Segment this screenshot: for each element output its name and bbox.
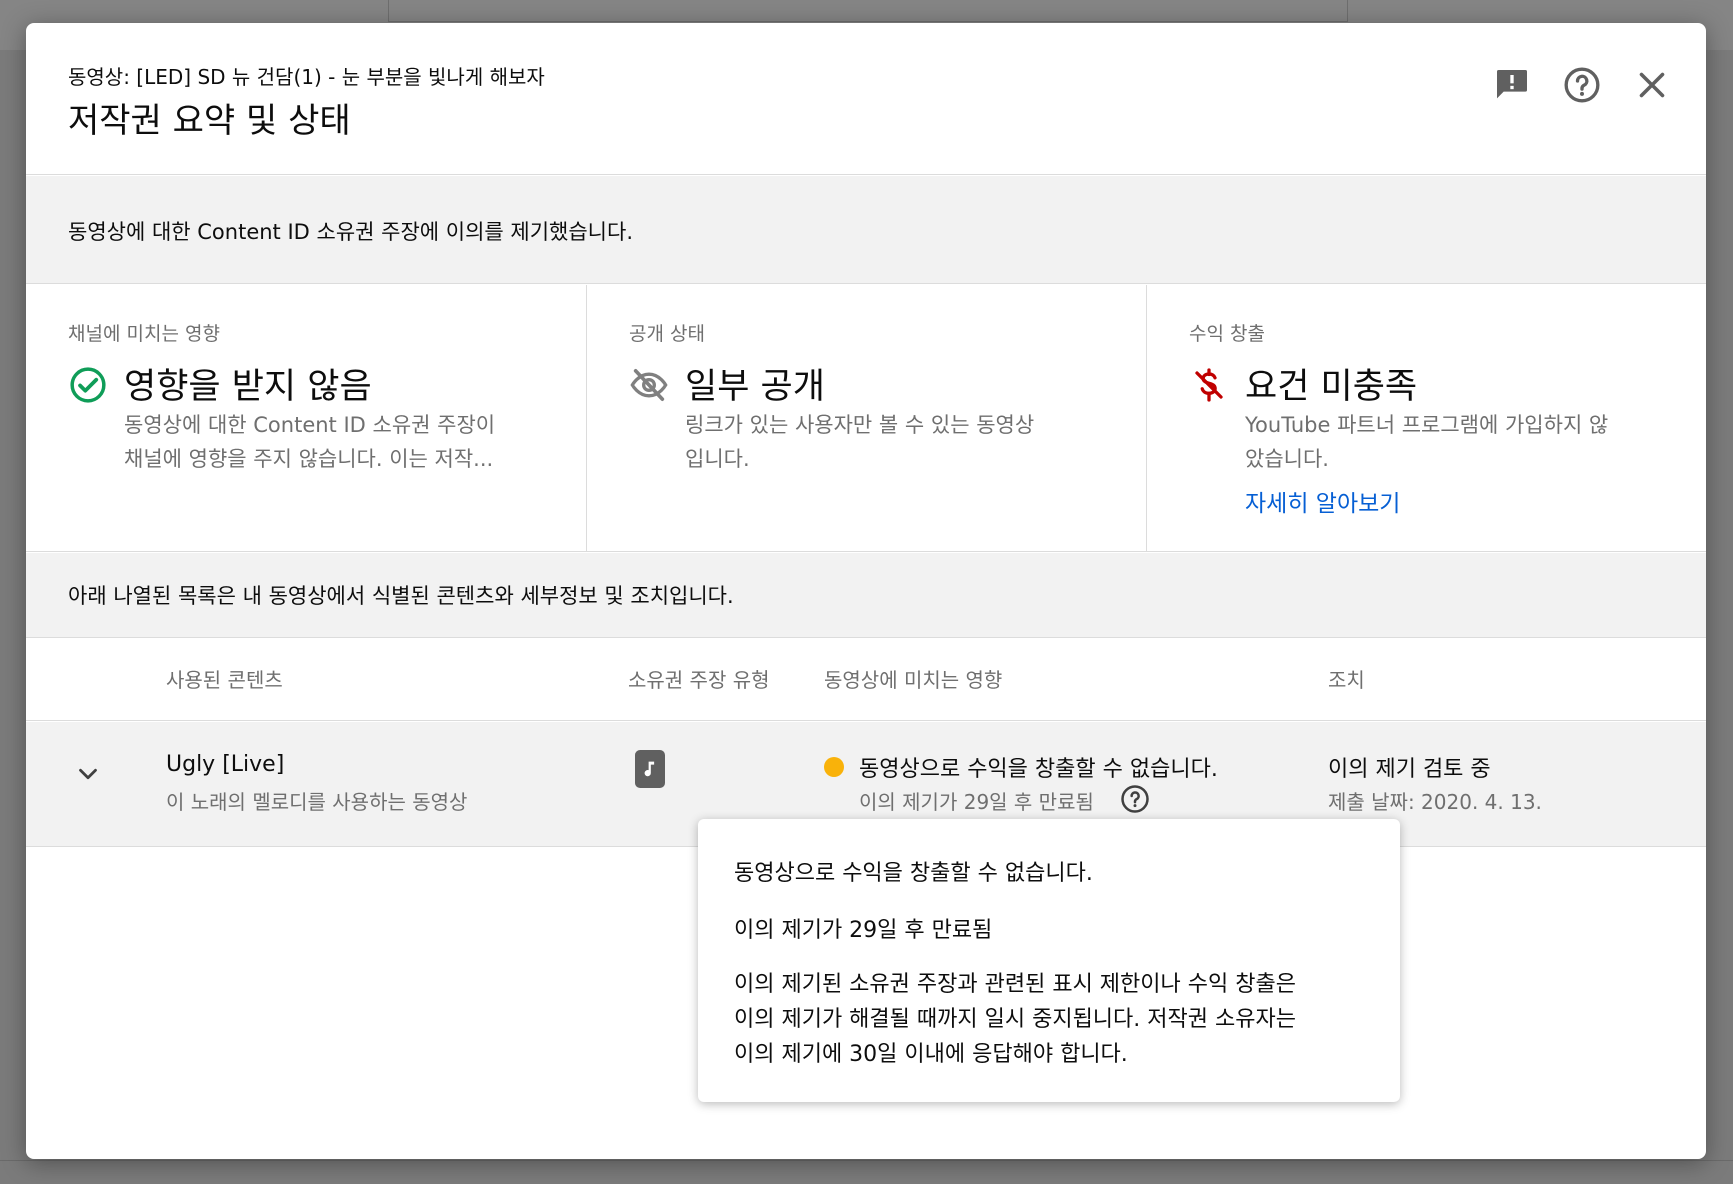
eye-off-icon — [629, 365, 669, 405]
music-note-icon — [635, 750, 665, 788]
card-label: 수익 창출 — [1189, 323, 1265, 345]
chevron-down-icon[interactable] — [66, 752, 110, 796]
status-dot — [824, 757, 844, 777]
card-description-line: 채널에 영향을 주지 않습니다. 이는 저작... — [124, 447, 494, 471]
help-circle-icon[interactable] — [1120, 784, 1150, 814]
impact-text: 동영상으로 수익을 창출할 수 없습니다. — [859, 757, 1218, 782]
column-header-content: 사용된 콘텐츠 — [166, 668, 283, 692]
card-label: 공개 상태 — [629, 323, 705, 345]
card-description: 링크가 있는 사용자만 볼 수 있는 동영상 입니다. — [685, 408, 1125, 476]
backdrop-bottom — [0, 1160, 1733, 1184]
card-visibility: 공개 상태 일부 공개 링크가 있는 사용자만 볼 수 있는 동영상 입니다. — [586, 285, 1146, 552]
card-description-line: 링크가 있는 사용자만 볼 수 있는 동영상 — [685, 413, 1035, 437]
card-description-line: 동영상에 대한 Content ID 소유권 주장이 — [124, 413, 496, 437]
content-title: Ugly [Live] — [166, 752, 285, 777]
content-subtitle: 이 노래의 멜로디를 사용하는 동영상 — [166, 790, 468, 814]
card-value: 영향을 받지 않음 — [124, 367, 372, 407]
card-description-line: YouTube 파트너 프로그램에 가입하지 않 — [1245, 413, 1609, 437]
action-submitted-date: 제출 날짜: 2020. 4. 13. — [1328, 790, 1542, 814]
card-description-line: 았습니다. — [1245, 447, 1329, 471]
card-description: 동영상에 대한 Content ID 소유권 주장이 채널에 영향을 주지 않습… — [124, 408, 564, 476]
tooltip-line-2: 이의 제기가 29일 후 만료됨 — [734, 918, 993, 943]
tooltip-line-1: 동영상으로 수익을 창출할 수 없습니다. — [734, 861, 1093, 886]
dialog-header: 동영상: [LED] SD 뉴 건담(1) - 눈 부분을 빛나게 해보자 저작… — [26, 23, 1706, 175]
table-header: 사용된 콘텐츠 소유권 주장 유형 동영상에 미치는 영향 조치 — [26, 639, 1706, 721]
action-status: 이의 제기 검토 중 — [1328, 757, 1491, 782]
list-intro-text: 아래 나열된 목록은 내 동영상에서 식별된 콘텐츠와 세부정보 및 조치입니다… — [68, 584, 734, 608]
video-subtitle: 동영상: [LED] SD 뉴 건담(1) - 눈 부분을 빛나게 해보자 — [68, 65, 545, 89]
tooltip-paragraph-line: 이의 제기가 해결될 때까지 일시 중지됩니다. 저작권 소유자는 — [734, 1007, 1296, 1032]
feedback-icon[interactable] — [1486, 59, 1538, 111]
dialog-title: 저작권 요약 및 상태 — [68, 101, 351, 141]
card-description: YouTube 파트너 프로그램에 가입하지 않 았습니다. — [1245, 408, 1685, 476]
money-off-icon — [1189, 365, 1229, 405]
list-intro-banner: 아래 나열된 목록은 내 동영상에서 식별된 콘텐츠와 세부정보 및 조치입니다… — [26, 553, 1706, 638]
card-description-line: 입니다. — [685, 447, 750, 471]
tooltip-paragraph: 이의 제기된 소유권 주장과 관련된 표시 제한이나 수익 창출은 이의 제기가… — [734, 967, 1374, 1072]
card-monetization: 수익 창출 요건 미충족 YouTube 파트너 프로그램에 가입하지 않 았습… — [1146, 285, 1706, 552]
copyright-dialog: 동영상: [LED] SD 뉴 건담(1) - 눈 부분을 빛나게 해보자 저작… — [26, 23, 1706, 1159]
card-channel-impact: 채널에 미치는 영향 영향을 받지 않음 동영상에 대한 Content ID … — [26, 285, 586, 552]
summary-cards: 채널에 미치는 영향 영향을 받지 않음 동영상에 대한 Content ID … — [26, 285, 1706, 552]
learn-more-link[interactable]: 자세히 알아보기 — [1245, 484, 1400, 518]
card-label: 채널에 미치는 영향 — [68, 323, 220, 345]
check-circle-icon — [68, 365, 108, 405]
column-header-impact: 동영상에 미치는 영향 — [824, 668, 1003, 692]
tooltip-paragraph-line: 이의 제기에 30일 이내에 응답해야 합니다. — [734, 1042, 1128, 1067]
backdrop-search-bar — [388, 0, 1348, 22]
column-header-action: 조치 — [1328, 668, 1365, 692]
help-icon[interactable] — [1556, 59, 1608, 111]
impact-subtext: 이의 제기가 29일 후 만료됨 — [859, 790, 1094, 814]
tooltip-paragraph-line: 이의 제기된 소유권 주장과 관련된 표시 제한이나 수익 창출은 — [734, 972, 1296, 997]
column-header-claim-type: 소유권 주장 유형 — [628, 668, 770, 692]
close-icon[interactable] — [1626, 59, 1678, 111]
card-value: 일부 공개 — [685, 367, 825, 407]
card-value: 요건 미충족 — [1245, 367, 1418, 407]
dispute-banner: 동영상에 대한 Content ID 소유권 주장에 이의를 제기했습니다. — [26, 176, 1706, 284]
dispute-banner-text: 동영상에 대한 Content ID 소유권 주장에 이의를 제기했습니다. — [68, 220, 634, 244]
impact-tooltip: 동영상으로 수익을 창출할 수 없습니다. 이의 제기가 29일 후 만료됨 이… — [698, 819, 1400, 1102]
